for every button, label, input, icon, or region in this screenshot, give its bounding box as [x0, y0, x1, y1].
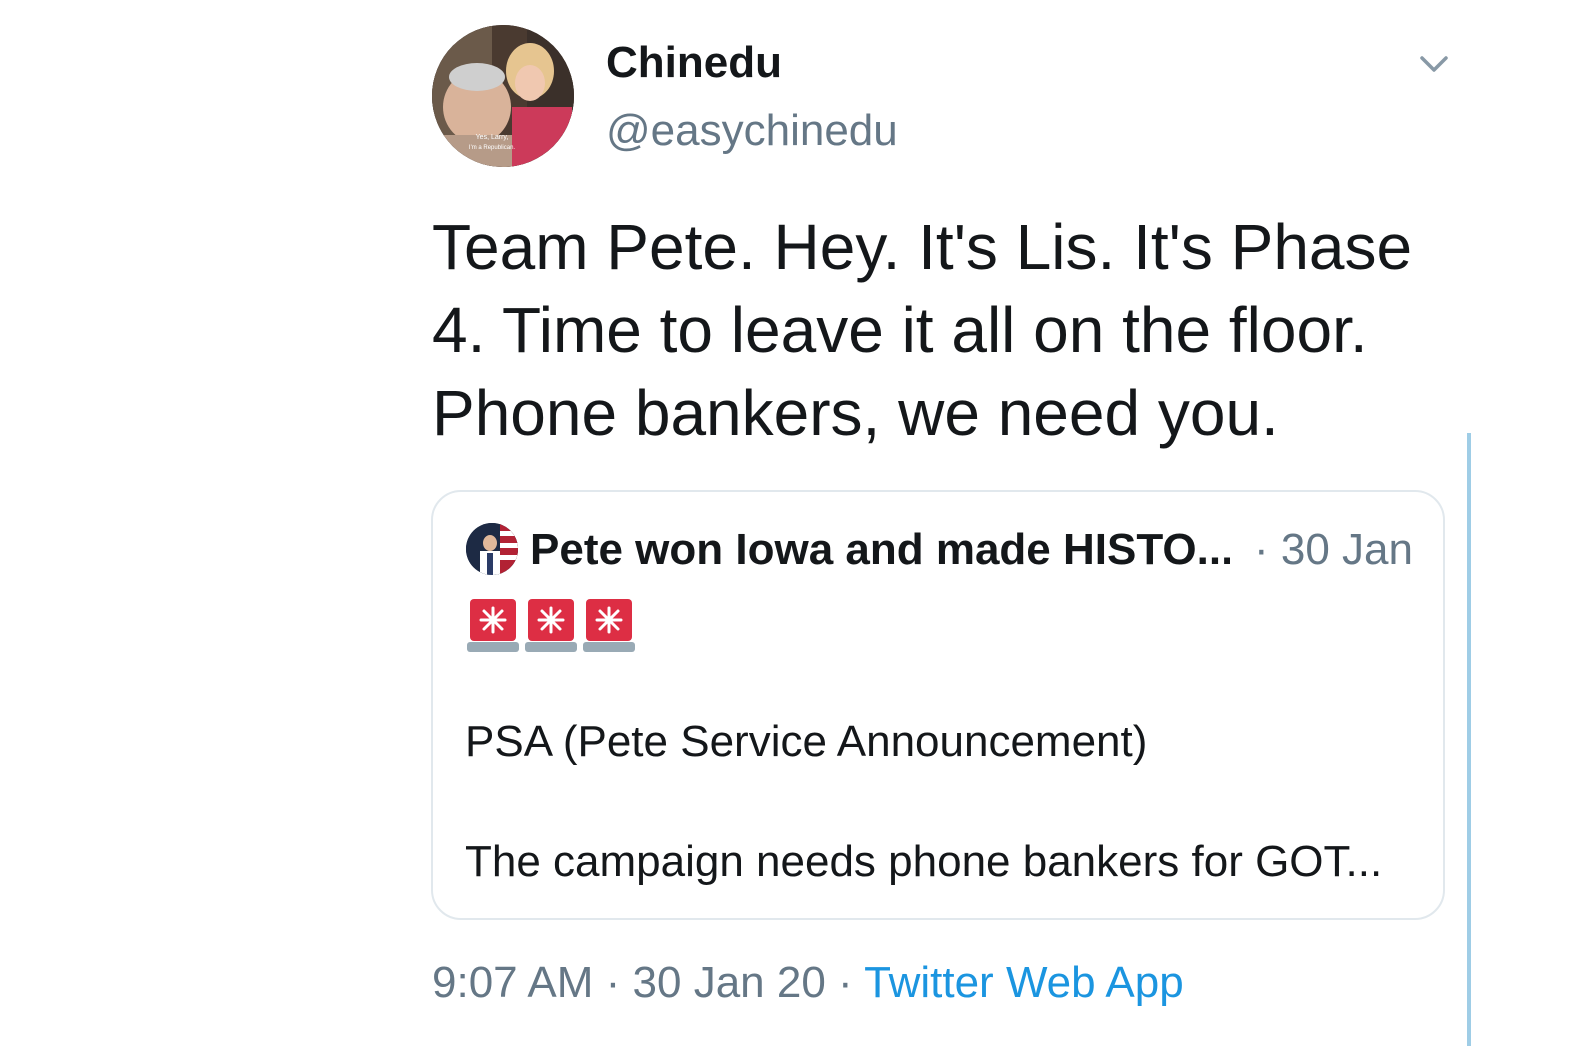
avatar-caption-line2: I'm a Republican.: [469, 145, 516, 151]
tweet-meta: 9:07 AM · 30 Jan 20 · Twitter Web App: [432, 958, 1184, 1008]
police-light-icon: [583, 599, 635, 652]
avatar-photo: Yes, Larry, I'm a Republican.: [432, 25, 574, 167]
author-display-name[interactable]: Chinedu: [606, 38, 782, 88]
quoted-tweet-line1: PSA (Pete Service Announcement): [465, 717, 1148, 766]
chevron-down-icon[interactable]: [1414, 46, 1454, 82]
quoted-tweet-date: · 30 Jan: [1254, 525, 1413, 574]
thread-line: [1467, 433, 1471, 1046]
police-light-icon: [525, 599, 577, 652]
quoted-tweet-card[interactable]: Pete won Iowa and made HISTO... · 30 Jan: [431, 490, 1445, 920]
meta-separator: ·: [825, 958, 865, 1007]
quoted-author-avatar: [466, 523, 518, 575]
tweet-time[interactable]: 9:07 AM: [432, 958, 593, 1007]
tweet-date[interactable]: 30 Jan 20: [633, 958, 826, 1007]
quoted-author-name: Pete won Iowa and made HISTO...: [530, 525, 1230, 574]
meta-separator: ·: [593, 958, 633, 1007]
author-avatar[interactable]: Yes, Larry, I'm a Republican.: [432, 25, 574, 167]
tweet-text: Team Pete. Hey. It's Lis. It's Phase 4. …: [432, 211, 1413, 449]
emoji-row: [467, 598, 635, 652]
tweet-source-link[interactable]: Twitter Web App: [864, 958, 1184, 1007]
avatar-caption-line1: Yes, Larry,: [476, 134, 509, 141]
author-handle[interactable]: @easychinedu: [606, 106, 898, 156]
police-light-icon: [467, 599, 519, 652]
quoted-tweet-line2: The campaign needs phone bankers for GOT…: [465, 837, 1383, 886]
